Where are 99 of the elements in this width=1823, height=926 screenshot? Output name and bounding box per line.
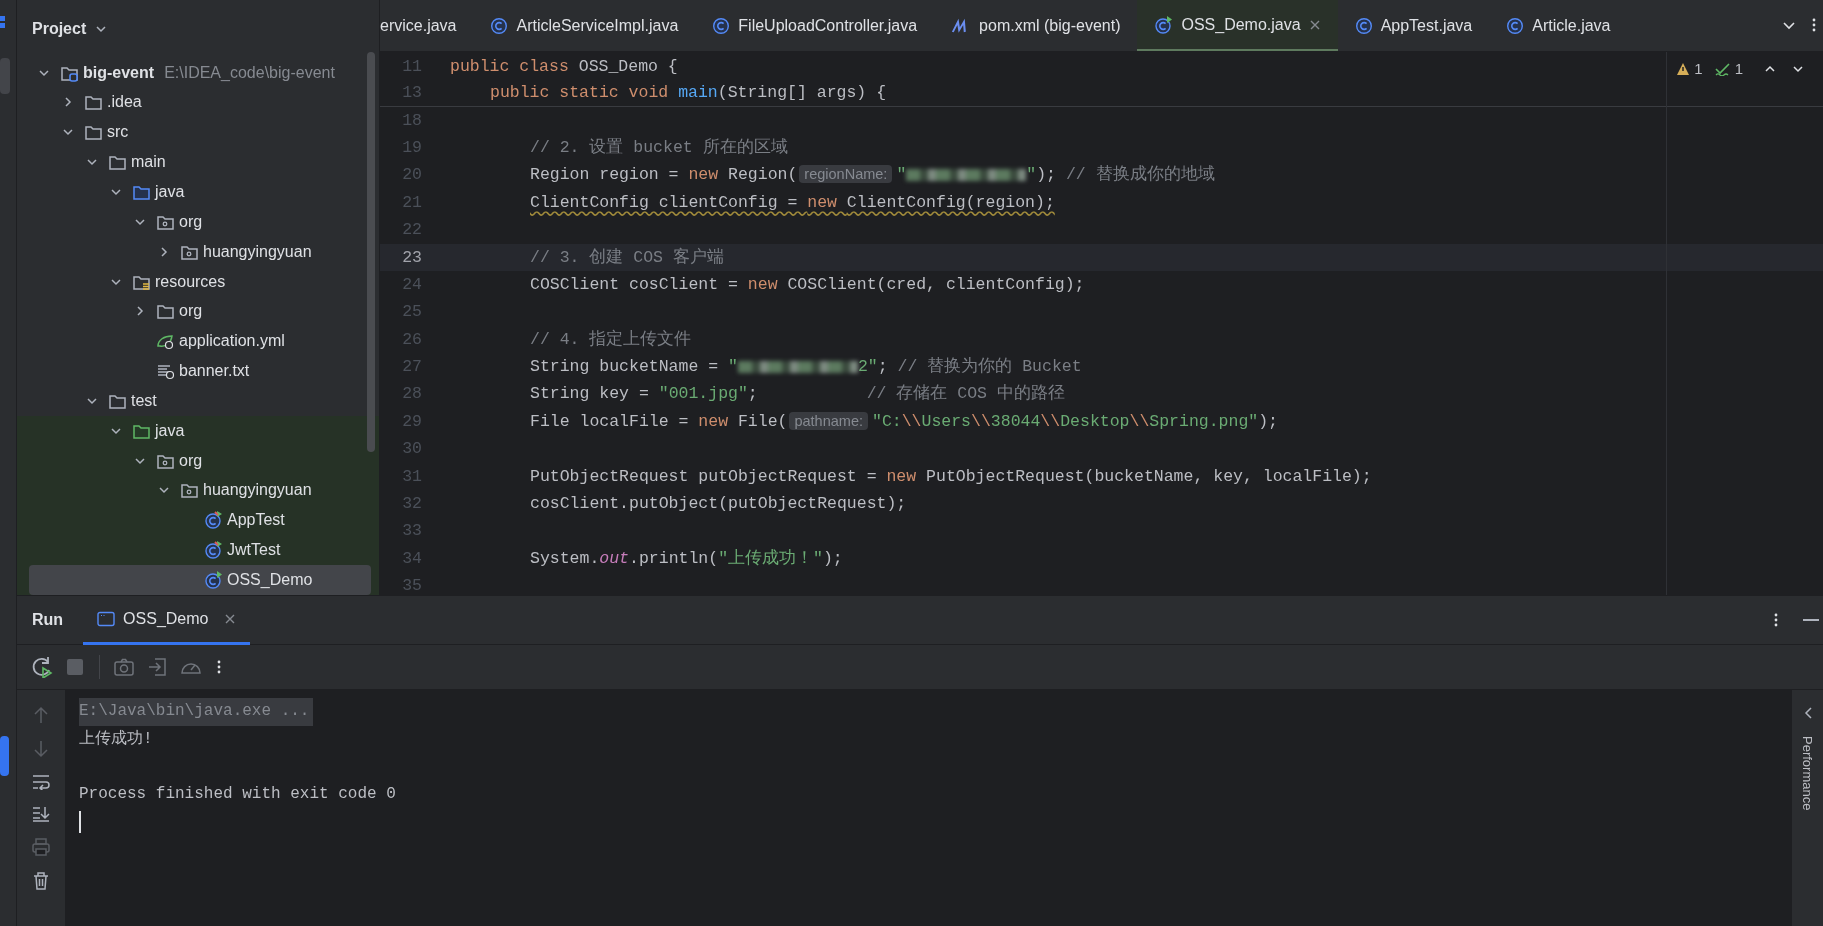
item-label: main (131, 152, 166, 173)
console-icon (97, 610, 116, 627)
folder-icon (84, 123, 103, 142)
warning-icon (1676, 61, 1691, 76)
code-line: System.out.println("上传成功！"); (530, 547, 843, 570)
item-label: org (179, 301, 203, 322)
editor-tab[interactable]: ervice.java (380, 0, 474, 51)
tree-item[interactable]: resources (17, 266, 379, 297)
minimize-icon[interactable] (1803, 618, 1819, 622)
tree-item[interactable]: big-event E:\IDEA_code\big-event (17, 57, 379, 88)
item-label: .idea (107, 92, 142, 113)
class-icon (712, 17, 731, 35)
run-class-icon (204, 570, 223, 589)
code-line: ClientConfig clientConfig = new ClientConfig(region); (530, 191, 1055, 214)
tree-item[interactable]: .idea (17, 87, 379, 118)
tree-item[interactable]: test (17, 386, 379, 416)
test-class-icon (204, 541, 223, 560)
item-label: huangyingyuan (203, 480, 312, 501)
item-label: application.yml (179, 331, 285, 352)
tree-item[interactable]: application.yml (17, 326, 379, 357)
panel-title-dropdown[interactable]: Project (32, 16, 109, 41)
tree-item[interactable]: AppTest (17, 505, 379, 536)
tree-item[interactable]: src (17, 117, 379, 148)
sign-in-icon[interactable] (148, 658, 166, 676)
class-icon (1354, 17, 1373, 35)
code-line: String key = "001.jpg"; // 存储在 COS 中的路径 (530, 383, 1065, 406)
tree-item[interactable]: OSS_Demo (29, 565, 371, 595)
editor-tab[interactable]: OSS_Demo.java (1137, 0, 1338, 51)
item-label: test (131, 390, 157, 411)
leaf-icon (156, 332, 175, 351)
line-number: 23 (401, 246, 423, 269)
item-label: java (155, 420, 185, 441)
item-label: resources (155, 271, 226, 292)
tree-item[interactable]: org (17, 445, 379, 476)
tree-item[interactable]: java (17, 415, 379, 446)
folder-icon (84, 93, 103, 112)
code-line: // 3. 创建 COS 客户端 (530, 246, 724, 269)
console-output: Process finished with exit code 0 (79, 783, 397, 805)
more-icon[interactable] (1811, 17, 1817, 34)
editor-tab[interactable]: ArticleServiceImpl.java (473, 0, 696, 51)
close-icon[interactable] (224, 612, 237, 625)
tree-item[interactable]: huangyingyuan (17, 236, 379, 267)
run-class-icon (1154, 15, 1174, 34)
editor-tab[interactable]: Article.java (1489, 0, 1628, 51)
item-label: JwtTest (227, 540, 281, 561)
text-cursor (79, 811, 81, 833)
tree-item[interactable]: main (17, 147, 379, 178)
check-icon (1714, 61, 1731, 76)
item-label: AppTest (227, 510, 285, 531)
code-line: // 4. 指定上传文件 (530, 328, 692, 351)
code-line: // 2. 设置 bucket 所在的区域 (530, 136, 788, 159)
camera-icon[interactable] (114, 658, 134, 676)
package-icon (180, 481, 199, 500)
code-line: Region region = new Region( regionName: " "); // 替换成你的地域 (530, 164, 1215, 187)
print-icon[interactable] (32, 838, 50, 856)
folder-icon (132, 183, 151, 201)
item-label: java (155, 182, 185, 202)
close-icon[interactable] (1308, 18, 1321, 31)
item-path: E:\IDEA_code\big-event (164, 62, 335, 83)
class-icon (1506, 17, 1525, 35)
tree-item[interactable]: JwtTest (17, 535, 379, 566)
item-label: org (179, 211, 203, 232)
more-icon[interactable] (216, 659, 222, 675)
code-line: cosClient.putObject(putObjectRequest); (530, 493, 907, 516)
class-icon (490, 17, 509, 35)
item-label: huangyingyuan (203, 241, 312, 262)
code-line: PutObjectRequest putObjectRequest = new PutObjectRequest(bucketName, key, localFile); (530, 465, 1372, 488)
folder-icon (156, 302, 175, 321)
tree-item[interactable]: org (17, 206, 379, 237)
code-line: COSClient cosClient = new COSClient(cred, clientConfig); (530, 273, 1085, 296)
scroll-to-end-icon[interactable] (32, 806, 50, 822)
item-label: org (179, 450, 203, 471)
tree-item[interactable]: org (17, 296, 379, 327)
code-line: public static void main(String[] args) { (490, 81, 887, 104)
soft-wrap-icon[interactable] (32, 774, 50, 790)
tree-item[interactable]: java (17, 177, 379, 207)
item-label: OSS_Demo (227, 569, 313, 590)
editor-tab[interactable]: AppTest.java (1337, 0, 1490, 51)
code-line: String bucketName = " 2"; // 替换为你的 Bucket (530, 356, 1082, 379)
item-label: big-event (83, 62, 155, 83)
editor-tab[interactable]: FileUploadController.java (695, 0, 935, 51)
rerun-icon[interactable] (31, 656, 53, 678)
panel-title: Run (31, 610, 65, 630)
test-class-icon (204, 511, 223, 530)
folder-icon (108, 153, 127, 172)
console-output: 上传成功! (79, 728, 154, 750)
code-line: File localFile = new File( pathname: "C:\\Users\\38044\\Desktop\\Spring.png"); (530, 410, 1279, 433)
tree-item[interactable]: banner.txt (17, 356, 379, 386)
text-file-icon (156, 362, 175, 381)
tree-item[interactable]: huangyingyuan (17, 475, 379, 506)
trash-icon[interactable] (33, 872, 49, 890)
more-icon[interactable] (1773, 612, 1779, 628)
scrollbar[interactable] (367, 52, 375, 452)
warning-count: 1 (1694, 58, 1703, 79)
editor-tab[interactable]: pom.xml (big-event) (934, 0, 1138, 51)
item-label: banner.txt (179, 361, 250, 382)
code-line: public class OSS_Demo { (450, 55, 678, 78)
item-label: src (107, 122, 129, 143)
weak-warning-count: 1 (1734, 58, 1743, 79)
